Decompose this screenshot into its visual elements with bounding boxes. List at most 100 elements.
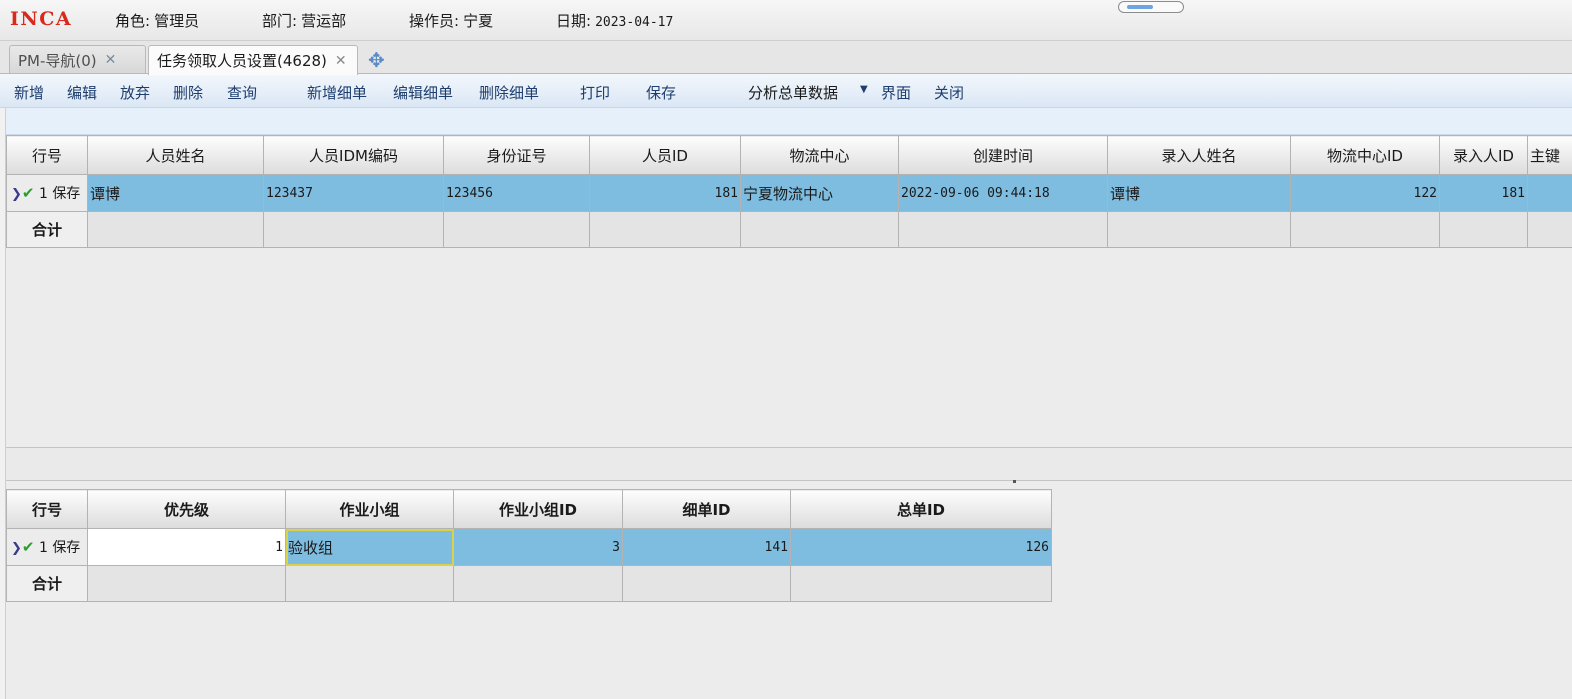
cell-center[interactable]: 宁夏物流中心 xyxy=(740,174,899,212)
pane-splitter[interactable] xyxy=(6,447,1572,481)
cell-entry-name[interactable]: 谭博 xyxy=(1107,174,1291,212)
cell-key[interactable] xyxy=(1527,174,1572,212)
print-button[interactable]: 打印 xyxy=(580,82,610,103)
save-button[interactable]: 保存 xyxy=(646,82,676,103)
master-grid: 行号 人员姓名 人员IDM编码 身份证号 人员ID 物流中心 创建时间 录入人姓… xyxy=(6,135,1572,248)
col-header[interactable]: 优先级 xyxy=(87,489,286,529)
role-info: 角色: 管理员 xyxy=(115,10,199,31)
delete-button[interactable]: 删除 xyxy=(173,82,203,103)
tab-label: PM-导航(0) xyxy=(18,51,97,70)
cell-priority[interactable]: 1 xyxy=(87,528,286,566)
col-header[interactable]: 创建时间 xyxy=(898,135,1108,175)
col-header[interactable]: 物流中心 xyxy=(740,135,899,175)
row-status: 保存 xyxy=(52,186,81,202)
operator-info: 操作员: 宁夏 xyxy=(409,10,493,31)
role-value: 管理员 xyxy=(154,12,200,30)
splitter-grip-icon[interactable] xyxy=(1013,480,1016,483)
cell-entry-id[interactable]: 181 xyxy=(1439,174,1528,212)
header-collapse-handle[interactable] xyxy=(1118,1,1184,13)
col-header[interactable]: 行号 xyxy=(6,489,88,529)
total-cell xyxy=(589,211,741,248)
date-info: 日期: 2023-04-17 xyxy=(556,10,673,31)
operator-value: 宁夏 xyxy=(463,12,494,30)
toolbar: 新增 编辑 放弃 删除 查询 新增细单 编辑细单 删除细单 打印 保存 分析总单… xyxy=(0,74,1572,108)
total-cell xyxy=(622,565,791,602)
close-icon[interactable]: ✕ xyxy=(335,53,347,69)
col-header[interactable]: 录入人ID xyxy=(1439,135,1528,175)
row-indicator[interactable]: ❯✔ 1 保存 xyxy=(6,174,88,212)
col-header[interactable]: 作业小组ID xyxy=(453,489,623,529)
delete-detail-button[interactable]: 删除细单 xyxy=(479,82,539,103)
operator-label: 操作员: xyxy=(409,12,460,30)
dept-value: 营运部 xyxy=(301,12,347,30)
dropdown-arrow-icon[interactable]: ▼ xyxy=(860,84,868,95)
interface-button[interactable]: 界面 xyxy=(881,82,911,103)
row-number: 1 xyxy=(38,540,48,556)
cell-group[interactable]: 验收组 xyxy=(285,528,454,566)
cell-group-id[interactable]: 3 xyxy=(453,528,623,566)
cell-person-id[interactable]: 181 xyxy=(589,174,741,212)
inca-logo: INCA xyxy=(10,8,73,30)
cell-master-id[interactable]: 126 xyxy=(790,528,1052,566)
total-cell xyxy=(1290,211,1440,248)
total-cell xyxy=(790,565,1052,602)
edit-button[interactable]: 编辑 xyxy=(67,82,97,103)
cell-detail-id[interactable]: 141 xyxy=(622,528,791,566)
tab-task-staff-settings[interactable]: 任务领取人员设置(4628) ✕ xyxy=(148,45,358,75)
total-cell xyxy=(1527,211,1572,248)
current-row-icon: ❯ xyxy=(11,187,22,202)
total-cell xyxy=(453,565,623,602)
discard-button[interactable]: 放弃 xyxy=(120,82,150,103)
col-header[interactable]: 身份证号 xyxy=(443,135,590,175)
role-label: 角色: xyxy=(115,12,151,30)
col-header[interactable]: 主键 xyxy=(1527,135,1572,175)
cell-idcard[interactable]: 123456 xyxy=(443,174,590,212)
cell-center-id[interactable]: 122 xyxy=(1290,174,1440,212)
close-button[interactable]: 关闭 xyxy=(934,82,964,103)
tab-pm-nav[interactable]: PM-导航(0) ✕ xyxy=(9,45,146,74)
col-header[interactable]: 人员ID xyxy=(589,135,741,175)
col-header[interactable]: 细单ID xyxy=(622,489,791,529)
total-cell xyxy=(740,211,899,248)
col-header[interactable]: 人员IDM编码 xyxy=(263,135,444,175)
dept-info: 部门: 营运部 xyxy=(262,10,346,31)
detail-header-row: 行号 优先级 作业小组 作业小组ID 细单ID 总单ID xyxy=(6,489,1052,529)
total-cell xyxy=(898,211,1108,248)
tab-bar: PM-导航(0) ✕ 任务领取人员设置(4628) ✕ ✥ xyxy=(0,41,1572,75)
col-header[interactable]: 行号 xyxy=(6,135,88,175)
analyze-master-button[interactable]: 分析总单数据 xyxy=(748,82,838,103)
total-cell xyxy=(443,211,590,248)
table-row[interactable]: ❯✔ 1 保存 谭博 123437 123456 181 宁夏物流中心 2022… xyxy=(6,174,1572,212)
filter-bar xyxy=(6,108,1572,135)
col-header[interactable]: 总单ID xyxy=(790,489,1052,529)
row-number: 1 xyxy=(38,186,48,202)
total-cell xyxy=(285,565,454,602)
top-header: INCA 角色: 管理员 部门: 营运部 操作员: 宁夏 日期: 2023-04-17 xyxy=(0,0,1572,41)
cell-name[interactable]: 谭博 xyxy=(87,174,264,212)
tab-label: 任务领取人员设置(4628) xyxy=(157,52,327,70)
total-cell xyxy=(1439,211,1528,248)
row-indicator[interactable]: ❯✔ 1 保存 xyxy=(6,528,88,566)
cell-created[interactable]: 2022-09-06 09:44:18 xyxy=(898,174,1108,212)
total-row: 合计 xyxy=(6,211,1572,248)
total-label: 合计 xyxy=(6,565,88,602)
total-row: 合计 xyxy=(6,565,1052,602)
total-cell xyxy=(87,211,264,248)
close-icon[interactable]: ✕ xyxy=(105,52,117,68)
col-header[interactable]: 录入人姓名 xyxy=(1107,135,1291,175)
total-cell xyxy=(1107,211,1291,248)
col-header[interactable]: 物流中心ID xyxy=(1290,135,1440,175)
add-tab-icon[interactable]: ✥ xyxy=(368,48,385,72)
table-row[interactable]: ❯✔ 1 保存 1 验收组 3 141 126 xyxy=(6,528,1052,566)
dept-label: 部门: xyxy=(262,12,298,30)
date-value: 2023-04-17 xyxy=(595,15,674,30)
query-button[interactable]: 查询 xyxy=(227,82,257,103)
col-header[interactable]: 作业小组 xyxy=(285,489,454,529)
cell-idm[interactable]: 123437 xyxy=(263,174,444,212)
new-button[interactable]: 新增 xyxy=(14,82,44,103)
date-label: 日期: xyxy=(556,12,592,30)
edit-detail-button[interactable]: 编辑细单 xyxy=(393,82,453,103)
total-cell xyxy=(87,565,286,602)
new-detail-button[interactable]: 新增细单 xyxy=(307,82,367,103)
col-header[interactable]: 人员姓名 xyxy=(87,135,264,175)
